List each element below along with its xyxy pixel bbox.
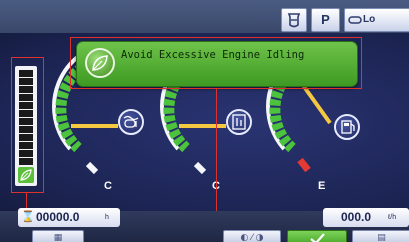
coolant-temperature-icon [123,115,139,128]
hydraulic-oil-temperature-icon [232,114,246,130]
fuel-pump-icon-badge [334,114,360,140]
fuel-pump-icon [341,120,355,134]
hour-meter-unit: h [105,214,109,221]
hour-meter-icon: ⌛ [21,211,35,223]
alert-highlight [70,37,362,89]
navigate-softkey[interactable]: ◐ ⁄ ◑ [223,230,281,242]
navigate-icon: ◐ ⁄ ◑ [240,233,264,242]
confirm-softkey[interactable] [287,230,347,242]
info-icon: ▤ [377,233,386,242]
monitor-screen: P Lo C E Avoid Excessive Engine Idling ⌛… [0,0,409,242]
fuel-rate-unit: ℓ/h [388,214,397,221]
menu-icon: ▦ [53,233,63,242]
coolant-temperature-icon-badge [118,109,144,135]
hydraulic-oil-temperature-icon-badge [226,109,252,135]
menu-softkey[interactable]: ▦ [32,230,84,242]
fuel-rate-value: 000.0 [341,210,372,224]
info-softkey[interactable]: ▤ [352,230,409,242]
hour-meter-readout: ⌛ 00000.0 h [18,208,120,227]
fuel-end-label: E [318,180,326,192]
coolant-end-label: C [104,180,112,192]
hour-meter-value: 00000.0 [36,210,80,224]
checkmark-icon [310,233,325,242]
fuel-rate-readout: 000.0 ℓ/h [323,208,409,227]
eco-meter-highlight [11,57,44,193]
